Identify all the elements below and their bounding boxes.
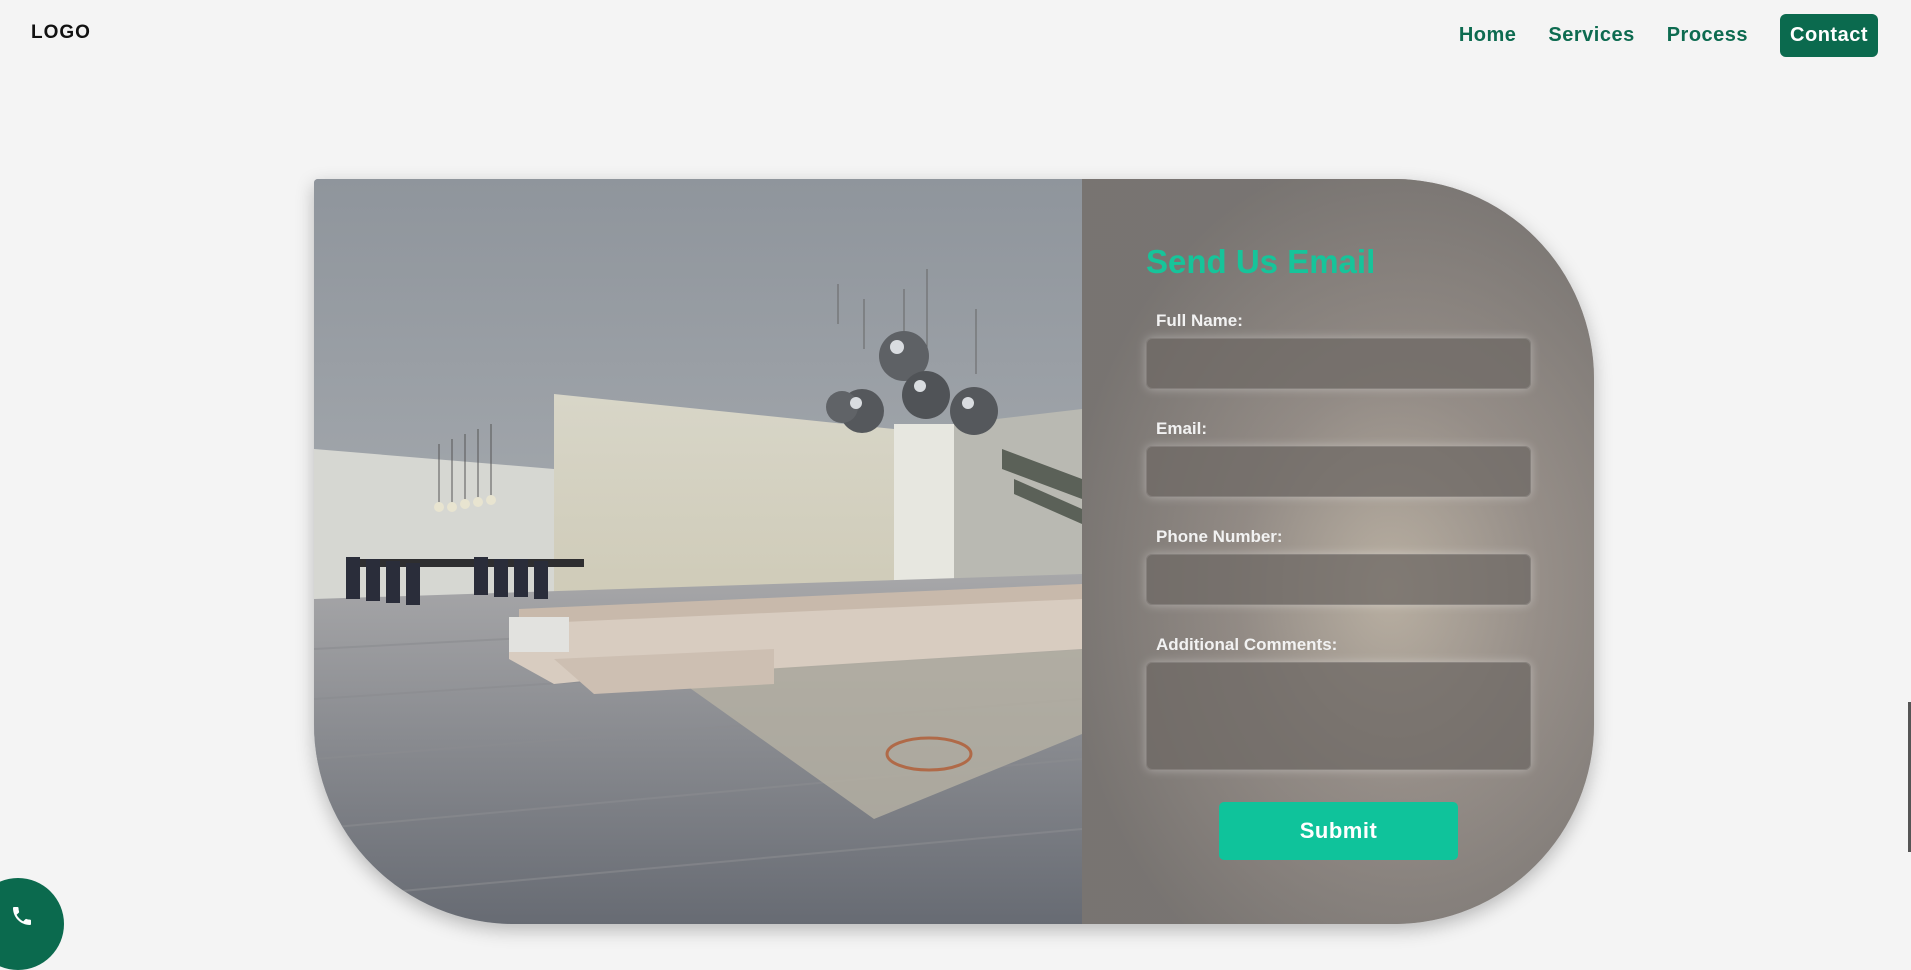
email-label: Email: (1156, 419, 1208, 438)
form-title: Send Us Email (1146, 243, 1376, 280)
nav-services[interactable]: Services (1548, 24, 1634, 47)
phone-icon (13, 907, 31, 925)
comments-textarea[interactable] (1146, 662, 1531, 770)
full-name-input[interactable] (1146, 338, 1531, 389)
full-name-label: Full Name: (1156, 311, 1243, 330)
logo[interactable]: LOGO (31, 22, 91, 44)
site-header: LOGO Home Services Process Contact (0, 0, 1911, 68)
phone-call-button[interactable] (0, 878, 64, 970)
contact-form: Send Us Email Full Name: Email: Phone Nu… (1082, 179, 1594, 924)
nav-home[interactable]: Home (1459, 24, 1517, 47)
contact-card: Send Us Email Full Name: Email: Phone Nu… (314, 179, 1594, 924)
phone-input[interactable] (1146, 554, 1531, 605)
submit-button[interactable]: Submit (1219, 802, 1458, 860)
nav-process[interactable]: Process (1667, 24, 1748, 47)
comments-label: Additional Comments: (1156, 635, 1338, 654)
phone-label: Phone Number: (1156, 527, 1283, 546)
main-nav: Home Services Process Contact (1427, 14, 1878, 57)
nav-contact[interactable]: Contact (1780, 14, 1878, 57)
email-input[interactable] (1146, 446, 1531, 497)
interior-photo (314, 179, 1082, 924)
